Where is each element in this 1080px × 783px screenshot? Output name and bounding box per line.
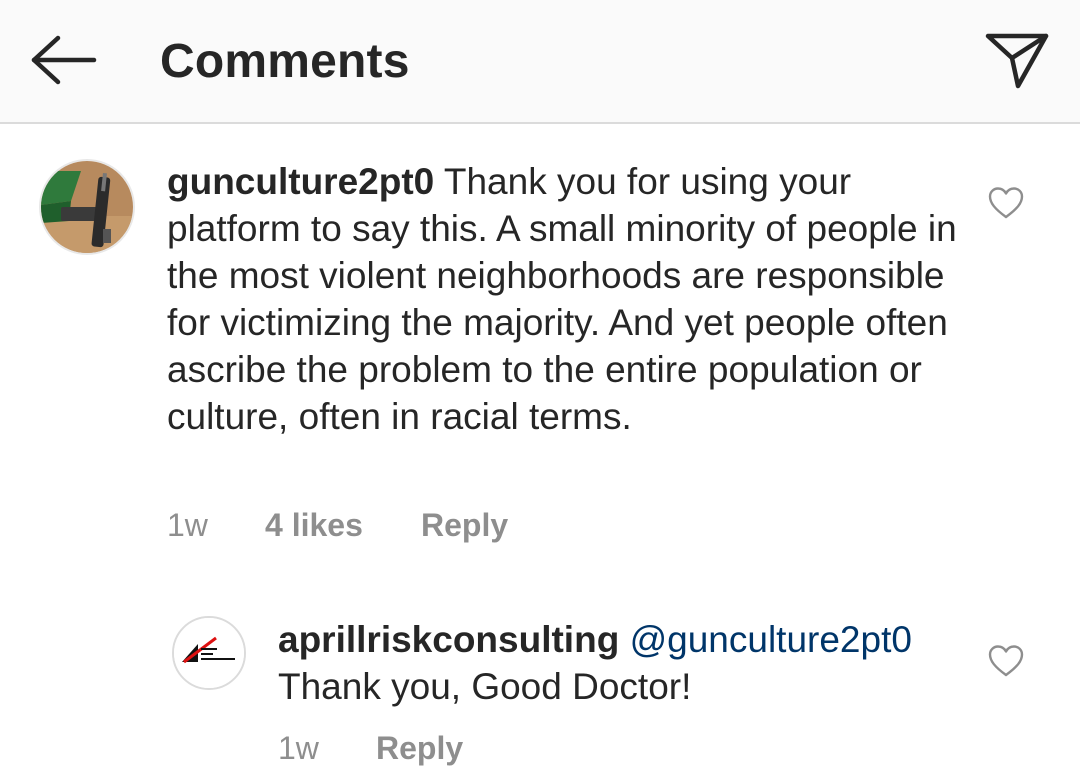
comments-header: Comments [0,0,1080,124]
heart-outline-icon [988,645,1024,677]
reply-timestamp: 1w [278,730,319,766]
like-button[interactable] [988,186,1024,220]
handgun-photo-avatar [41,161,133,253]
comment-text: Thank you for using your platform to say… [167,161,957,437]
reply-button[interactable]: Reply [421,505,508,545]
reply-body: aprillriskconsulting @gunculture2pt0 Than… [278,616,968,710]
reply-button[interactable]: Reply [376,728,463,768]
comment-body: gunculture2pt0 Thank you for using your … [167,158,957,440]
page-title: Comments [160,35,410,88]
april-risk-consulting-logo-avatar [174,618,244,688]
paper-plane-icon [985,33,1049,89]
comment-username[interactable]: gunculture2pt0 [167,161,434,202]
arrow-left-icon [31,35,97,85]
reply-mention[interactable]: @gunculture2pt0 [630,619,912,660]
comment-timestamp: 1w [167,507,208,543]
reply-text: Thank you, Good Doctor! [278,666,692,707]
reply-username[interactable]: aprillriskconsulting [278,619,619,660]
avatar[interactable] [172,616,246,690]
heart-outline-icon [988,187,1024,219]
avatar[interactable] [39,159,135,255]
back-button[interactable] [28,34,98,86]
share-button[interactable] [984,28,1050,90]
like-button[interactable] [988,644,1024,678]
likes-count[interactable]: 4 likes [265,505,363,545]
